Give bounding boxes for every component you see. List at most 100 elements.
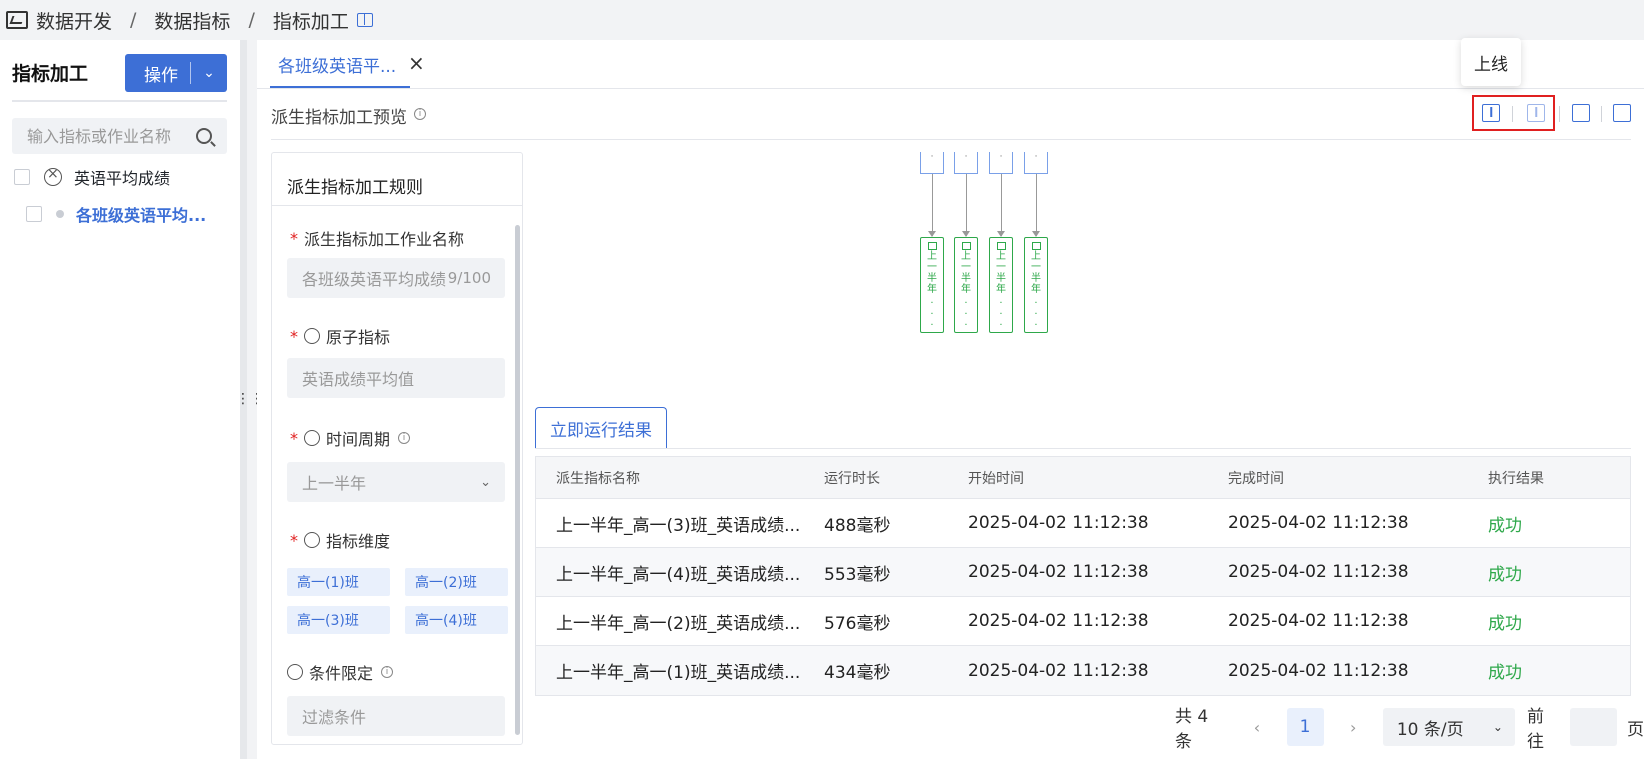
checkbox[interactable]	[14, 169, 30, 185]
search-icon[interactable]	[196, 128, 212, 144]
duration-cell: 488毫秒	[824, 515, 891, 536]
scrollbar[interactable]	[515, 225, 520, 735]
derived-metric-icon	[927, 242, 937, 250]
page-size-value: 10 条/页	[1396, 719, 1464, 740]
metric-name-cell: 上一半年_高一(4)班_英语成绩...	[556, 564, 801, 585]
job-name-label: * 派生指标加工作业名称	[290, 226, 464, 250]
column-header: 开始时间	[968, 470, 1024, 487]
table-row[interactable]: 上一半年_高一(1)班_英语成绩... 434毫秒 2025-04-02 11:12…	[536, 646, 1630, 695]
table-row[interactable]: 上一半年_高一(4)班_英语成绩... 553毫秒 2025-04-02 11:12…	[536, 548, 1630, 597]
left-panel-title: 指标加工	[12, 63, 89, 85]
diagram-edge	[1001, 174, 1002, 236]
search-field[interactable]	[12, 118, 227, 154]
info-icon[interactable]: i	[398, 432, 411, 444]
diagram-derived-node[interactable]: 上一半年...	[954, 237, 978, 333]
tooltip: 上线	[1461, 38, 1521, 86]
tree-item-atomic[interactable]: 英语平均成绩	[14, 165, 170, 189]
divider	[271, 139, 1631, 140]
job-name-field[interactable]: 各班级英语平均成绩 9/100	[287, 258, 505, 298]
breadcrumb-item-data-dev[interactable]: 数据开发	[36, 7, 112, 34]
result-cell: 成功	[1488, 564, 1522, 585]
end-time-cell: 2025-04-02 11:12:38	[1228, 513, 1409, 533]
dimension-tag[interactable]: 高一(3)班	[287, 606, 390, 634]
metric-name-cell: 上一半年_高一(2)班_英语成绩...	[556, 613, 801, 634]
table-body: 上一半年_高一(3)班_英语成绩... 488毫秒 2025-04-02 11:12…	[536, 499, 1630, 695]
dimension-tag[interactable]: 高一(4)班	[405, 606, 508, 634]
diagram-node-label: 上一半年...	[996, 251, 1006, 328]
job-name-label-text: 派生指标加工作业名称	[304, 230, 465, 249]
page-number[interactable]: 1	[1286, 708, 1324, 746]
dimension-icon	[304, 532, 320, 548]
job-name-value: 各班级英语平均成绩	[302, 270, 447, 289]
diagram-derived-node[interactable]: 上一半年...	[989, 237, 1013, 333]
info-icon[interactable]: i	[381, 666, 394, 678]
chevron-left-icon[interactable]: ‹	[1241, 718, 1272, 737]
status-dot-icon	[56, 210, 64, 218]
diagram-source-node[interactable]: ·	[989, 152, 1013, 174]
duration-cell: 576毫秒	[824, 613, 891, 634]
operation-dropdown-button[interactable]: 操作 ⌄	[125, 54, 227, 92]
atomic-metric-field[interactable]: 英语成绩平均值	[287, 358, 505, 398]
chevron-down-icon[interactable]: ⌄	[191, 65, 227, 81]
atomic-metric-label: * 原子指标	[290, 324, 390, 348]
book-icon[interactable]	[356, 13, 373, 27]
condition-input[interactable]: 过滤条件	[287, 696, 505, 736]
settings-sliders-icon[interactable]	[1613, 104, 1631, 122]
pagination: 共 4 条 ‹ 1 › 10 条/页 ⌄ 前往 页	[1175, 707, 1644, 752]
table-header: 派生指标名称 运行时长 开始时间 完成时间 执行结果	[536, 457, 1630, 499]
end-time-cell: 2025-04-02 11:12:38	[1228, 660, 1409, 681]
tab-run-results[interactable]: 立即运行结果	[535, 407, 667, 449]
total-count: 共 4 条	[1175, 707, 1209, 752]
time-period-label-text: 时间周期	[326, 430, 391, 449]
column-header: 运行时长	[824, 470, 880, 487]
required-mark: *	[290, 326, 298, 346]
search-input[interactable]	[12, 126, 192, 146]
condition-label-text: 条件限定	[309, 664, 374, 683]
breadcrumb-item-data-metrics[interactable]: 数据指标	[154, 7, 230, 34]
atomic-metric-label-text: 原子指标	[326, 328, 391, 347]
time-period-label: * 时间周期 i	[290, 426, 411, 450]
end-time-cell: 2025-04-02 11:12:38	[1228, 562, 1409, 582]
toolbar-separator	[1601, 106, 1602, 122]
info-icon[interactable]: i	[414, 108, 426, 120]
time-period-select[interactable]: 上一半年 ⌄	[287, 462, 505, 502]
table-row[interactable]: 上一半年_高一(2)班_英语成绩... 576毫秒 2025-04-02 11:12…	[536, 597, 1630, 646]
chevron-right-icon[interactable]: ›	[1338, 718, 1369, 737]
breadcrumb: 数据开发 / 数据指标 / 指标加工	[0, 0, 1644, 40]
toolbar-separator	[1559, 106, 1560, 122]
atomic-metric-value: 英语成绩平均值	[302, 370, 415, 389]
close-icon[interactable]: ×	[408, 51, 425, 75]
run-icon[interactable]	[1572, 104, 1590, 122]
diagram-derived-node[interactable]: 上一半年...	[1024, 237, 1048, 333]
start-time-cell: 2025-04-02 11:12:38	[968, 562, 1149, 582]
column-header: 执行结果	[1488, 470, 1544, 487]
dimension-tag[interactable]: 高一(2)班	[405, 568, 508, 596]
tree-item-derived[interactable]: 各班级英语平均...	[26, 202, 206, 226]
metric-name-cell: 上一半年_高一(3)班_英语成绩...	[556, 515, 801, 536]
code-icon	[6, 11, 28, 29]
divider	[272, 205, 522, 206]
derived-metric-icon	[1031, 242, 1041, 250]
diagram-source-node[interactable]: ·	[1024, 152, 1048, 174]
required-mark: *	[290, 428, 298, 448]
diagram-edge	[1036, 174, 1037, 236]
page-size-select[interactable]: 10 条/页 ⌄	[1382, 708, 1515, 746]
tab-derived-metric[interactable]: 各班级英语平...	[278, 52, 396, 77]
required-mark: *	[290, 228, 298, 248]
checkbox[interactable]	[26, 206, 42, 222]
diagram-derived-node[interactable]: 上一半年...	[920, 237, 944, 333]
divider	[535, 448, 1631, 449]
page-suffix: 页	[1627, 719, 1644, 740]
goto-page-input[interactable]	[1570, 708, 1618, 746]
diagram-node-label: 上一半年...	[961, 251, 971, 328]
table-row[interactable]: 上一半年_高一(3)班_英语成绩... 488毫秒 2025-04-02 11:12…	[536, 499, 1630, 548]
dimension-tag[interactable]: 高一(1)班	[287, 568, 390, 596]
result-cell: 成功	[1488, 515, 1522, 536]
atomic-metric-icon	[44, 166, 62, 186]
drag-handle-icon[interactable]: ⋮⋮	[236, 391, 264, 407]
diagram-edge	[966, 174, 967, 236]
atomic-metric-icon	[304, 328, 320, 344]
duration-cell: 553毫秒	[824, 564, 891, 585]
diagram-source-node[interactable]: ·	[920, 152, 944, 174]
diagram-source-node[interactable]: ·	[954, 152, 978, 174]
